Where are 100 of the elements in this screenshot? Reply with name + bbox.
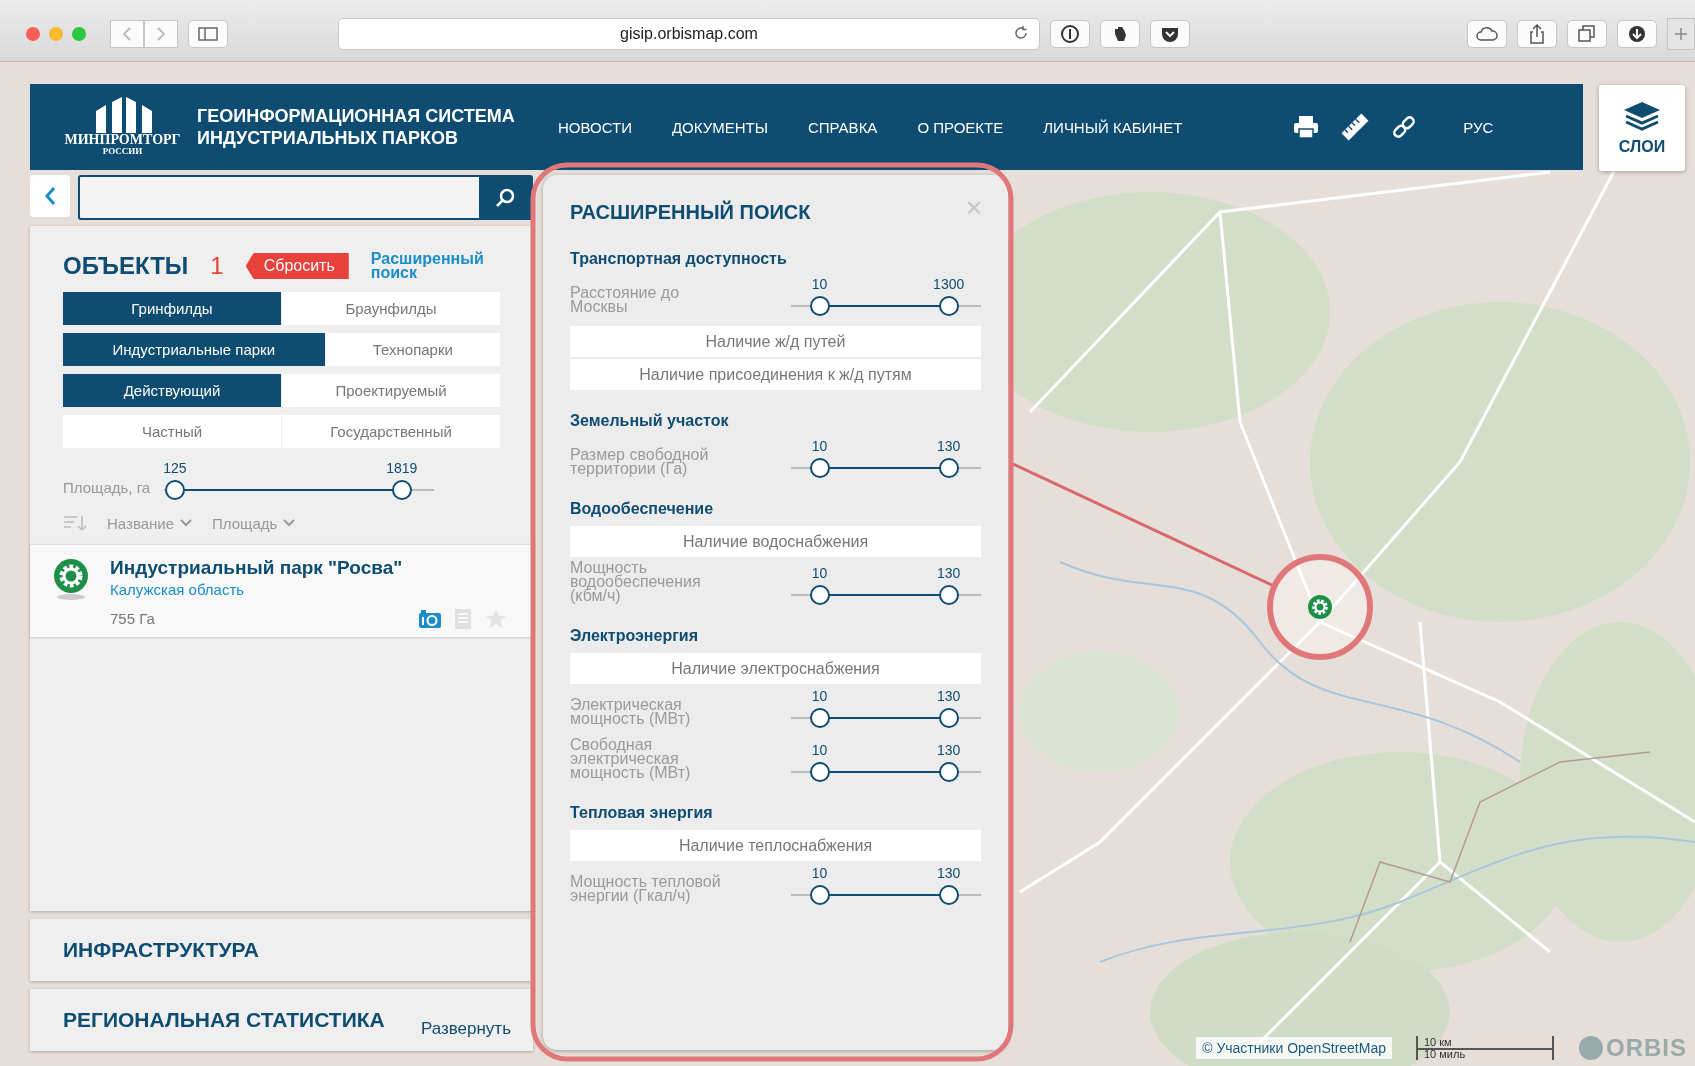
slider-label: Мощность тепловой энергии (Гкал/ч)	[570, 875, 722, 905]
slider-value: 125	[163, 460, 187, 476]
filter-toggle[interactable]: Частный	[63, 415, 281, 448]
slider-thumb[interactable]	[391, 480, 412, 500]
share-button[interactable]	[1517, 19, 1557, 48]
slider-thumb[interactable]	[809, 585, 830, 605]
slider-thumb[interactable]	[938, 762, 959, 782]
result-region: Калужская область	[110, 581, 246, 598]
tabs-icon	[1578, 24, 1596, 43]
info-button[interactable]	[1050, 19, 1090, 48]
slider-value: 130	[937, 565, 961, 581]
toggle-button[interactable]: Наличие присоединения к ж/д путям	[570, 359, 981, 390]
nav-link[interactable]: ЛИЧНЫЙ КАБИНЕТ	[1032, 112, 1194, 142]
slider-label: Площадь, га	[63, 479, 151, 498]
gear-marker-icon[interactable]	[1308, 595, 1332, 619]
caret-icon	[283, 519, 296, 527]
panel-title: ИНФРАСТРУКТУРА	[63, 938, 259, 962]
toggle-button[interactable]: Наличие теплоснабжения	[570, 830, 981, 861]
language-link[interactable]: РУС	[1463, 118, 1494, 136]
slider-thumb[interactable]	[809, 458, 830, 478]
slider-value: 10	[811, 438, 828, 454]
site-title: ГЕОИНФОРМАЦИОННАЯ СИСТЕМА ИНДУСТРИАЛЬНЫХ ПАРКОВ	[197, 105, 516, 149]
extension-button[interactable]	[1100, 19, 1140, 48]
slider-label: Мощность водообеспечения (кбм/ч)	[570, 561, 702, 605]
search-icon	[495, 187, 515, 208]
slider-value: 130	[937, 865, 961, 881]
filter-toggle[interactable]: Браунфилды	[282, 292, 500, 325]
nav-link[interactable]: НОВОСТИ	[547, 112, 643, 142]
slider-thumb[interactable]	[164, 480, 185, 500]
slider-value: 130	[937, 742, 961, 758]
collapse-button[interactable]	[30, 175, 70, 217]
filter-toggle[interactable]: Технопарки	[325, 333, 500, 366]
collapsible-panel[interactable]: ИНФРАСТРУКТУРА	[30, 919, 533, 981]
slider-label: Размер свободной территории (Га)	[570, 448, 710, 478]
tabs-button[interactable]	[1567, 19, 1607, 48]
search-button[interactable]	[479, 177, 531, 218]
map-attribution[interactable]: © Участники OpenStreetMap	[1196, 1037, 1392, 1059]
slider-value: 1300	[933, 276, 965, 292]
pocket-icon	[1161, 25, 1179, 42]
slider-thumb[interactable]	[809, 885, 830, 905]
nav-link[interactable]: СПРАВКА	[797, 112, 889, 142]
result-card[interactable]: Индустриальный парк "Росва" Калужская область 755 Га	[30, 544, 533, 637]
section-heading: Земельный участок	[570, 412, 730, 430]
layers-icon	[1622, 100, 1662, 132]
cloud-icon	[1475, 25, 1499, 42]
camera-icon[interactable]	[419, 609, 441, 628]
panel-title: РЕГИОНАЛЬНАЯ СТАТИСТИКА	[63, 1008, 385, 1032]
slider-value: 130	[937, 688, 961, 704]
slider-thumb[interactable]	[938, 708, 959, 728]
link-icon[interactable]	[1391, 114, 1418, 140]
scale-bar: 10 км 10 миль	[1416, 1036, 1554, 1060]
filter-toggle[interactable]: Гринфилды	[63, 292, 281, 325]
cloud-button[interactable]	[1467, 19, 1507, 48]
slider-value: 10	[811, 276, 828, 292]
print-icon[interactable]	[1293, 115, 1320, 139]
section-heading: Электроэнергия	[570, 627, 700, 645]
filter-toggle[interactable]: Государственный	[282, 415, 500, 448]
download-button[interactable]	[1617, 19, 1657, 48]
slider-thumb[interactable]	[938, 585, 959, 605]
filter-toggle[interactable]: Индустриальные парки	[63, 333, 325, 366]
slider-value: 10	[811, 688, 828, 704]
pocket-button[interactable]	[1150, 19, 1190, 48]
filter-toggle[interactable]: Действующий	[63, 374, 281, 407]
toggle-button[interactable]: Наличие водоснабжения	[570, 526, 981, 557]
nav-link[interactable]: ДОКУМЕНТЫ	[660, 112, 779, 142]
sidebar-icon	[198, 26, 218, 41]
address-bar[interactable]: gisip.orbismap.com	[338, 17, 1040, 50]
chevron-left-icon	[122, 25, 132, 42]
slider-label: Свободная электрическая мощность (МВт)	[570, 738, 692, 782]
slider-thumb[interactable]	[938, 458, 959, 478]
toggle-button[interactable]: Наличие электроснабжения	[570, 653, 981, 684]
slider-thumb[interactable]	[938, 296, 959, 316]
search-field[interactable]	[78, 175, 533, 220]
chevron-left-icon	[44, 186, 56, 206]
panel-title: ОБЪЕКТЫ	[63, 252, 189, 280]
slider-thumb[interactable]	[809, 296, 830, 316]
nav-link[interactable]: О ПРОЕКТЕ	[906, 112, 1015, 142]
result-title[interactable]: Индустриальный парк "Росва"	[110, 557, 507, 579]
caret-icon	[180, 519, 193, 527]
collapsible-panel[interactable]: РЕГИОНАЛЬНАЯ СТАТИСТИКА Развернуть	[30, 989, 533, 1051]
slider-value: 130	[937, 438, 961, 454]
slider-value: 1819	[386, 460, 418, 476]
result-count: 1	[210, 252, 224, 280]
sidebar-button[interactable]	[188, 19, 228, 48]
slider-thumb[interactable]	[809, 762, 830, 782]
chevron-right-icon	[156, 25, 166, 42]
filter-toggle[interactable]: Проектируемый	[282, 374, 500, 407]
slider-label: Расстояние до Москвы	[570, 286, 681, 316]
section-heading: Водообеспечение	[570, 500, 715, 518]
logo-text: МИНПРОМТОРГ	[64, 133, 181, 148]
expand-link[interactable]: Развернуть	[420, 1019, 511, 1039]
layers-button[interactable]: СЛОИ	[1599, 85, 1685, 171]
slider-thumb[interactable]	[809, 708, 830, 728]
reset-button[interactable]: Сбросить	[245, 253, 349, 279]
slider-label: Электрическая мощность (МВт)	[570, 698, 692, 728]
reload-icon[interactable]	[1013, 24, 1029, 41]
slider-thumb[interactable]	[938, 885, 959, 905]
gear-marker-icon	[52, 557, 90, 601]
share-icon	[1529, 23, 1545, 44]
toggle-button[interactable]: Наличие ж/д путей	[570, 326, 981, 357]
